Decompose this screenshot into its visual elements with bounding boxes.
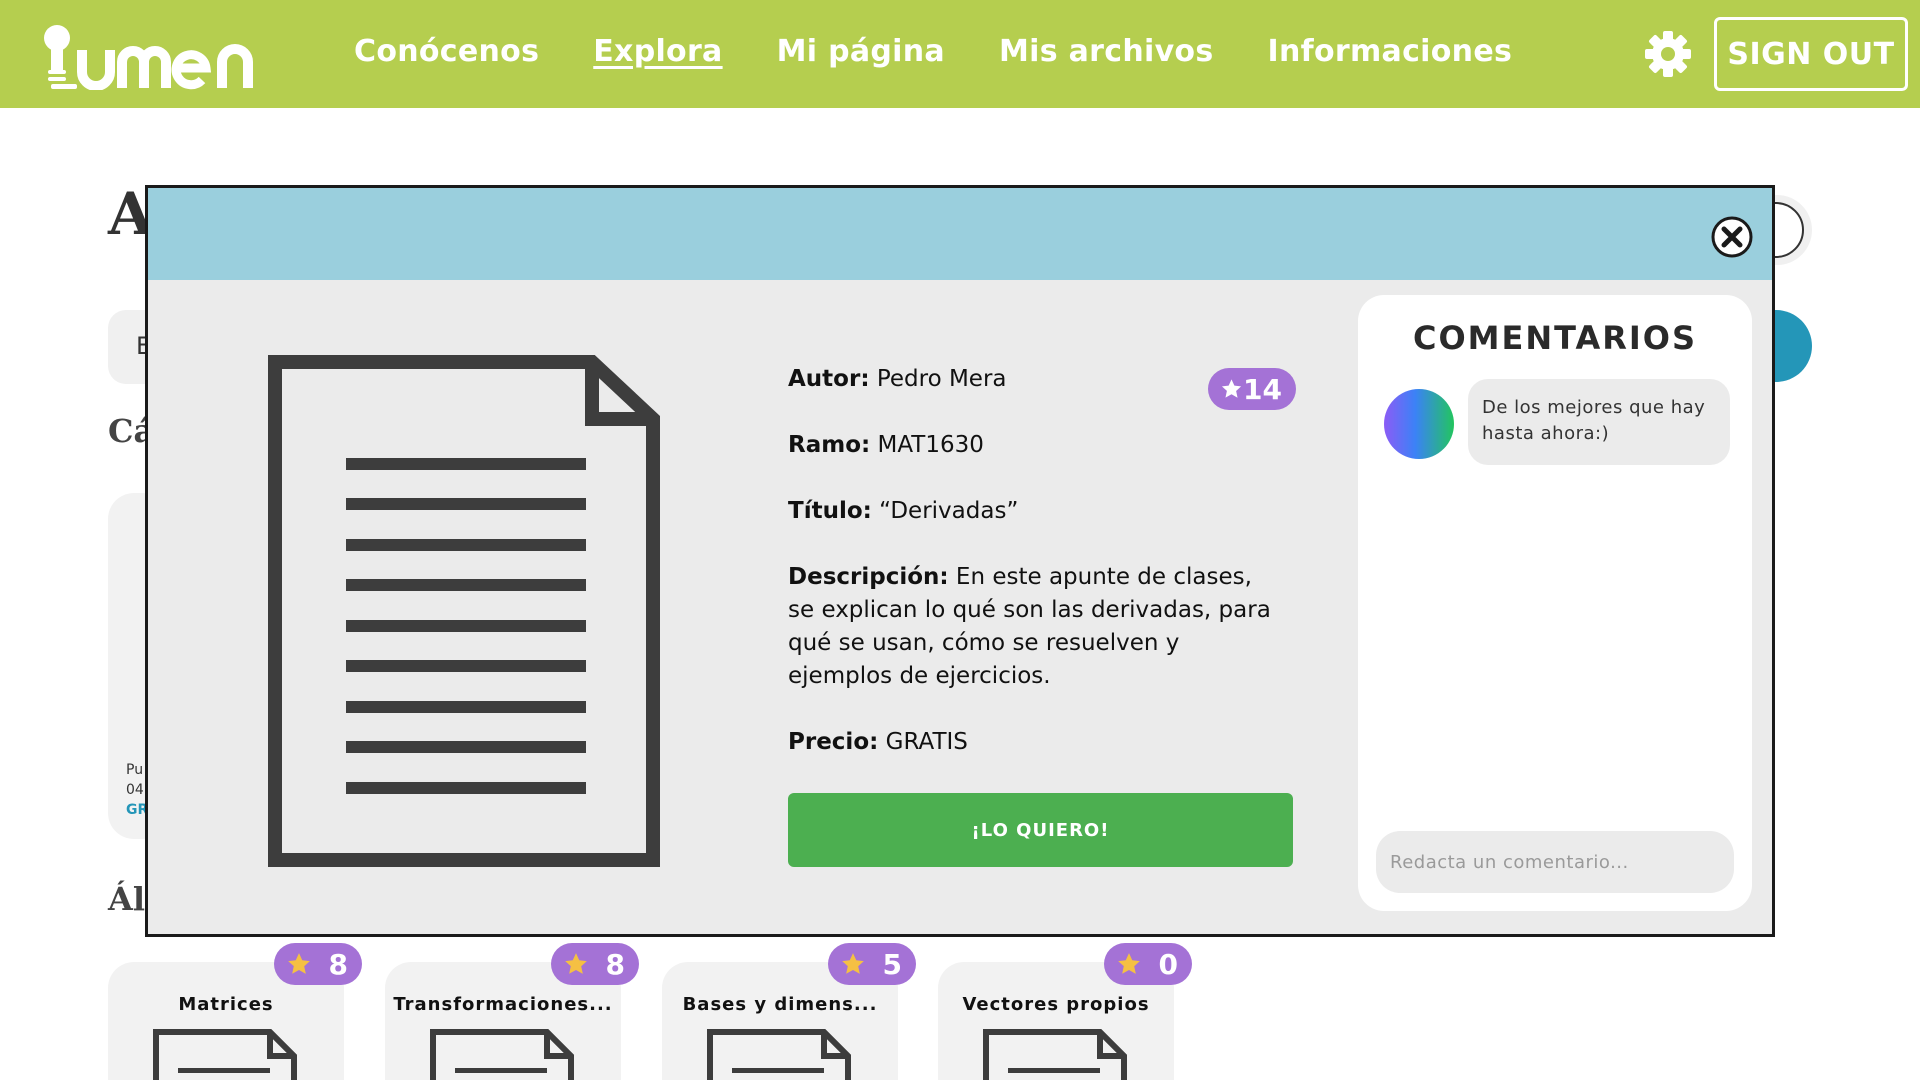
star-icon (288, 953, 310, 974)
rating-badge: 5 (828, 943, 916, 985)
rating-value: 5 (882, 947, 902, 981)
sign-out-button[interactable]: SIGN OUT (1714, 17, 1908, 91)
main-nav: Conócenos Explora Mi página Mis archivos… (354, 34, 1512, 69)
author-value: Pedro Mera (876, 366, 1007, 392)
title-value: “Derivadas” (879, 498, 1019, 524)
nav-explora[interactable]: Explora (593, 34, 722, 69)
card-title: Matrices (178, 994, 274, 1015)
rating-badge: 0 (1104, 943, 1192, 985)
title-label: Título: (788, 498, 872, 524)
star-icon (842, 953, 864, 974)
nav-mis-archivos[interactable]: Mis archivos (999, 34, 1214, 69)
price-row: Precio: GRATIS (788, 726, 1298, 759)
nav-conocenos[interactable]: Conócenos (354, 34, 539, 69)
author-label: Autor: (788, 366, 870, 392)
comment-input[interactable] (1376, 831, 1734, 893)
rating-value: 0 (1158, 947, 1178, 981)
document-icon (268, 355, 660, 867)
close-icon[interactable] (1710, 215, 1754, 259)
card-title: Transformaciones... (393, 994, 613, 1015)
document-icon (153, 1029, 297, 1080)
document-icon (983, 1029, 1127, 1080)
rating-badge: 14 (1208, 368, 1296, 410)
course-row: Ramo: MAT1630 (788, 429, 1298, 462)
description-row: Descripción: En este apunte de clases, s… (788, 561, 1278, 693)
document-icon (707, 1029, 851, 1080)
card-title: Bases y dimens... (682, 994, 878, 1015)
rating-value: 8 (605, 947, 625, 981)
comments-panel: COMENTARIOS De los mejores que hay hasta… (1358, 295, 1752, 911)
section-heading-algebra: Ál (108, 880, 145, 918)
avatar[interactable] (1384, 389, 1454, 459)
title-row: Título: “Derivadas” (788, 495, 1298, 528)
comments-title: COMENTARIOS (1412, 319, 1698, 357)
card-publisher: Pu (126, 762, 144, 778)
gear-icon[interactable] (1643, 29, 1693, 79)
top-navigation-bar: Conócenos Explora Mi página Mis archivos… (0, 0, 1920, 108)
comment-bubble: De los mejores que hay hasta ahora:) (1468, 379, 1730, 465)
card-title: Vectores propios (962, 994, 1150, 1015)
rating-badge: 8 (551, 943, 639, 985)
nav-informaciones[interactable]: Informaciones (1268, 34, 1513, 69)
rating-value: 8 (328, 947, 348, 981)
price-value: GRATIS (885, 729, 968, 755)
document-icon (430, 1029, 574, 1080)
course-value: MAT1630 (877, 432, 984, 458)
rating-badge: 8 (274, 943, 362, 985)
want-it-button[interactable]: ¡LO QUIERO! (788, 793, 1293, 867)
star-icon (565, 953, 587, 974)
modal-header (148, 188, 1772, 280)
rating-value: 14 (1243, 372, 1282, 406)
star-icon (1221, 379, 1242, 398)
file-detail-modal: Autor: Pedro Mera Ramo: MAT1630 Título: … (145, 185, 1775, 937)
price-label: Precio: (788, 729, 879, 755)
description-label: Descripción: (788, 564, 949, 590)
lumen-logo[interactable] (42, 24, 274, 90)
nav-mi-pagina[interactable]: Mi página (777, 34, 945, 69)
star-icon (1118, 953, 1140, 974)
course-label: Ramo: (788, 432, 871, 458)
